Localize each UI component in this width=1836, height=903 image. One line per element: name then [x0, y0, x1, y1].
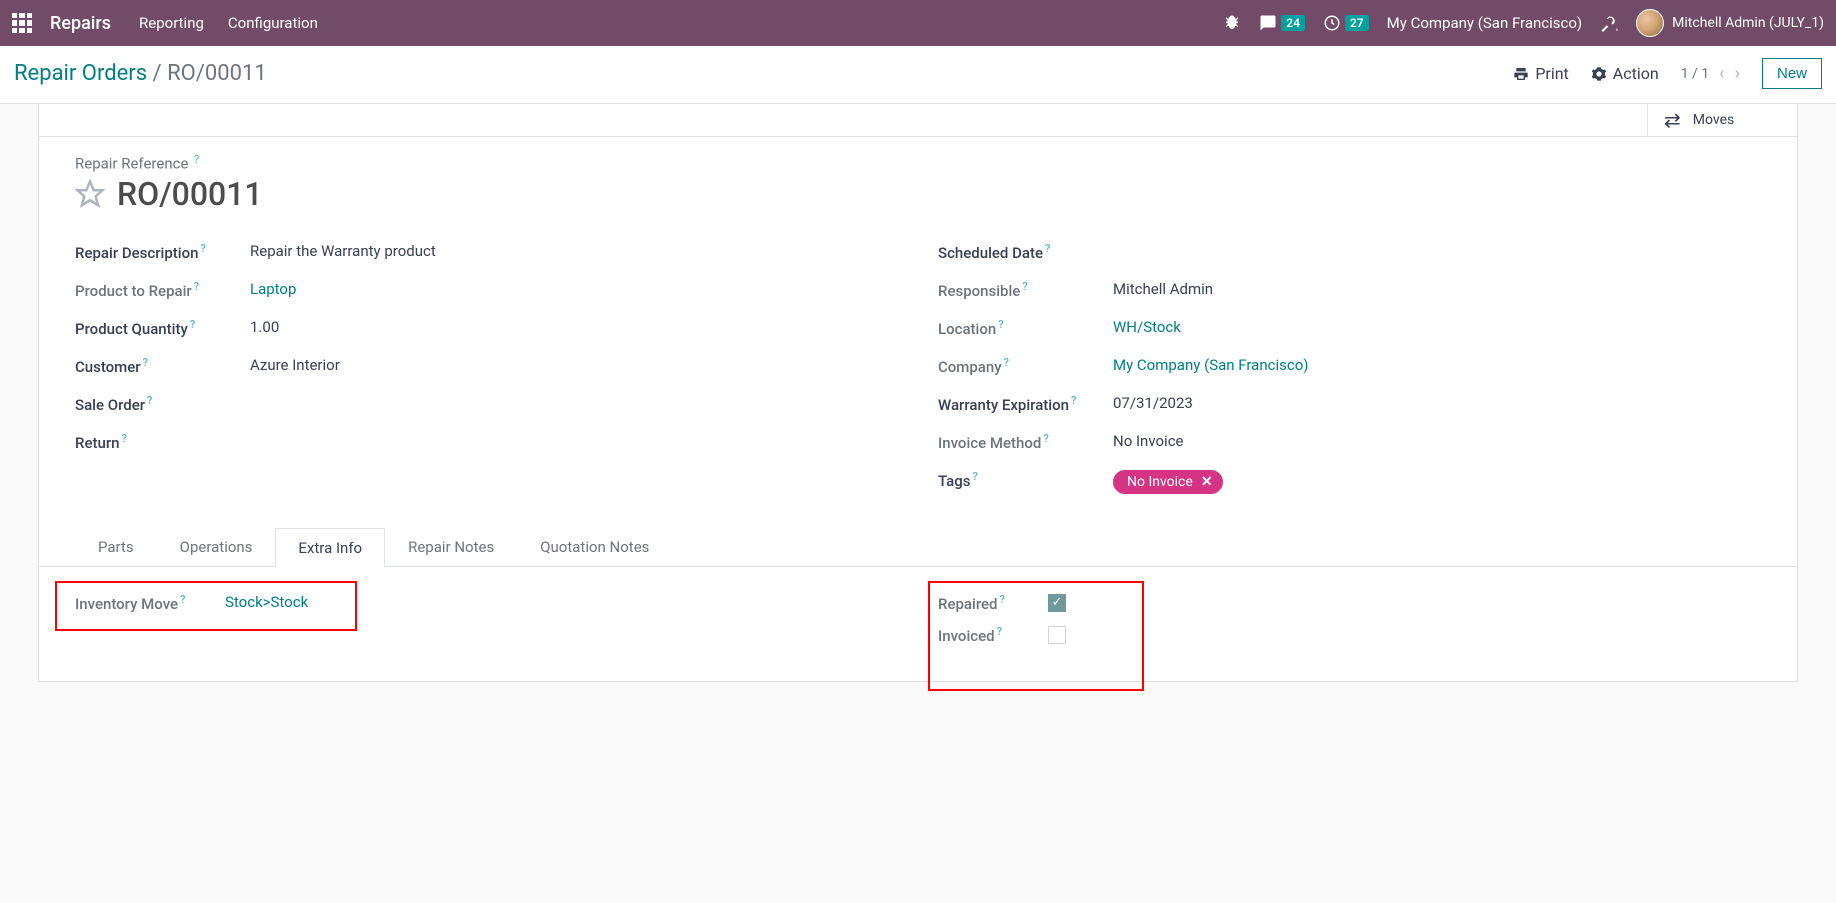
priority-star[interactable]	[75, 179, 105, 209]
user-name: Mitchell Admin (JULY_1)	[1672, 15, 1824, 31]
help-icon[interactable]: ?	[147, 394, 152, 407]
desc-label: Repair Description	[75, 244, 198, 262]
desc-value: Repair the Warranty product	[250, 242, 436, 260]
comp-label: Company	[938, 358, 1002, 376]
user-menu[interactable]: Mitchell Admin (JULY_1)	[1636, 9, 1824, 37]
tab-parts[interactable]: Parts	[75, 527, 157, 566]
nav-reporting[interactable]: Reporting	[139, 14, 204, 32]
help-icon[interactable]: ?	[1043, 432, 1048, 445]
help-icon[interactable]: ?	[194, 153, 199, 166]
form-sheet: ⇄ Moves Repair Reference ? RO/00011 Repa…	[38, 104, 1798, 682]
tab-repair-notes[interactable]: Repair Notes	[385, 527, 517, 566]
qty-value: 1.00	[250, 318, 279, 336]
tabs: Parts Operations Extra Info Repair Notes…	[39, 527, 1797, 567]
fields-right: Scheduled Date? Responsible? Mitchell Ad…	[938, 233, 1761, 503]
tab-content-extra: Inventory Move? Stock>Stock Repaired? ✓ …	[39, 567, 1797, 651]
sale-label: Sale Order	[75, 396, 145, 414]
fields-left: Repair Description? Repair the Warranty …	[75, 233, 898, 503]
tools-icon[interactable]	[1600, 14, 1618, 32]
action-button[interactable]: Action	[1591, 64, 1659, 83]
inv-label: Invoice Method	[938, 434, 1041, 452]
bug-icon[interactable]	[1223, 14, 1241, 32]
qty-label: Product Quantity	[75, 320, 188, 338]
tab-quotation-notes[interactable]: Quotation Notes	[517, 527, 672, 566]
action-bar: Repair Orders / RO/00011 Print Action 1 …	[0, 46, 1836, 104]
app-brand[interactable]: Repairs	[50, 13, 111, 34]
breadcrumb: Repair Orders / RO/00011	[14, 61, 267, 86]
repaired-checkbox[interactable]: ✓	[1048, 594, 1066, 612]
smart-button-moves[interactable]: ⇄ Moves	[1647, 104, 1797, 136]
customer-value: Azure Interior	[250, 356, 340, 374]
resp-value: Mitchell Admin	[1113, 280, 1213, 298]
breadcrumb-current: RO/00011	[167, 61, 267, 86]
messages-icon[interactable]: 24	[1259, 14, 1305, 32]
invoiced-checkbox[interactable]	[1048, 626, 1066, 644]
activities-icon[interactable]: 27	[1323, 14, 1369, 32]
help-icon[interactable]: ?	[190, 318, 195, 331]
apps-icon[interactable]	[12, 13, 32, 33]
new-button[interactable]: New	[1762, 58, 1822, 89]
messages-count: 24	[1281, 15, 1305, 31]
breadcrumb-root[interactable]: Repair Orders	[14, 61, 147, 86]
gear-icon	[1591, 66, 1607, 82]
resp-label: Responsible	[938, 282, 1020, 300]
help-icon[interactable]: ?	[143, 356, 148, 369]
pager-text: 1 / 1	[1681, 66, 1709, 82]
tab-extra-info[interactable]: Extra Info	[275, 528, 385, 567]
help-icon[interactable]: ?	[972, 470, 977, 483]
sched-label: Scheduled Date	[938, 244, 1043, 262]
record-title: RO/00011	[117, 175, 263, 213]
comp-value[interactable]: My Company (San Francisco)	[1113, 356, 1308, 374]
warr-label: Warranty Expiration	[938, 396, 1069, 414]
warr-value: 07/31/2023	[1113, 394, 1193, 412]
activities-count: 27	[1345, 15, 1369, 31]
pager-prev[interactable]: ‹	[1719, 63, 1724, 84]
help-icon[interactable]: ?	[998, 318, 1003, 331]
help-icon[interactable]: ?	[999, 593, 1004, 606]
invoiced-label: Invoiced	[938, 627, 995, 645]
print-icon	[1513, 66, 1529, 82]
transfer-icon: ⇄	[1664, 108, 1681, 132]
inv-move-value[interactable]: Stock>Stock	[225, 593, 308, 611]
product-label: Product to Repair	[75, 282, 192, 300]
print-button[interactable]: Print	[1513, 64, 1568, 83]
pager-next[interactable]: ›	[1735, 63, 1740, 84]
tag-pill[interactable]: No Invoice ✕	[1113, 470, 1223, 494]
ref-label: Repair Reference	[75, 155, 188, 173]
help-icon[interactable]: ?	[200, 242, 205, 255]
company-selector[interactable]: My Company (San Francisco)	[1387, 14, 1582, 32]
loc-value[interactable]: WH/Stock	[1113, 318, 1181, 336]
help-icon[interactable]: ?	[1022, 280, 1027, 293]
form-scroll[interactable]: ⇄ Moves Repair Reference ? RO/00011 Repa…	[0, 104, 1836, 899]
pager: 1 / 1 ‹ ›	[1681, 63, 1740, 84]
help-icon[interactable]: ?	[997, 625, 1002, 638]
nav-configuration[interactable]: Configuration	[228, 14, 318, 32]
help-icon[interactable]: ?	[194, 280, 199, 293]
product-value[interactable]: Laptop	[250, 280, 296, 298]
top-navbar: Repairs Reporting Configuration 24 27 My…	[0, 0, 1836, 46]
help-icon[interactable]: ?	[180, 593, 185, 606]
tag-remove-icon[interactable]: ✕	[1201, 474, 1213, 490]
help-icon[interactable]: ?	[1004, 356, 1009, 369]
return-label: Return	[75, 434, 119, 452]
tags-label: Tags	[938, 472, 970, 490]
loc-label: Location	[938, 320, 996, 338]
help-icon[interactable]: ?	[1071, 394, 1076, 407]
tab-operations[interactable]: Operations	[157, 527, 276, 566]
customer-label: Customer	[75, 358, 141, 376]
help-icon[interactable]: ?	[121, 432, 126, 445]
inv-move-label: Inventory Move	[75, 595, 178, 613]
inv-value: No Invoice	[1113, 432, 1184, 450]
help-icon[interactable]: ?	[1045, 242, 1050, 255]
avatar	[1636, 9, 1664, 37]
nav-links: Reporting Configuration	[139, 14, 318, 32]
repaired-label: Repaired	[938, 595, 997, 613]
